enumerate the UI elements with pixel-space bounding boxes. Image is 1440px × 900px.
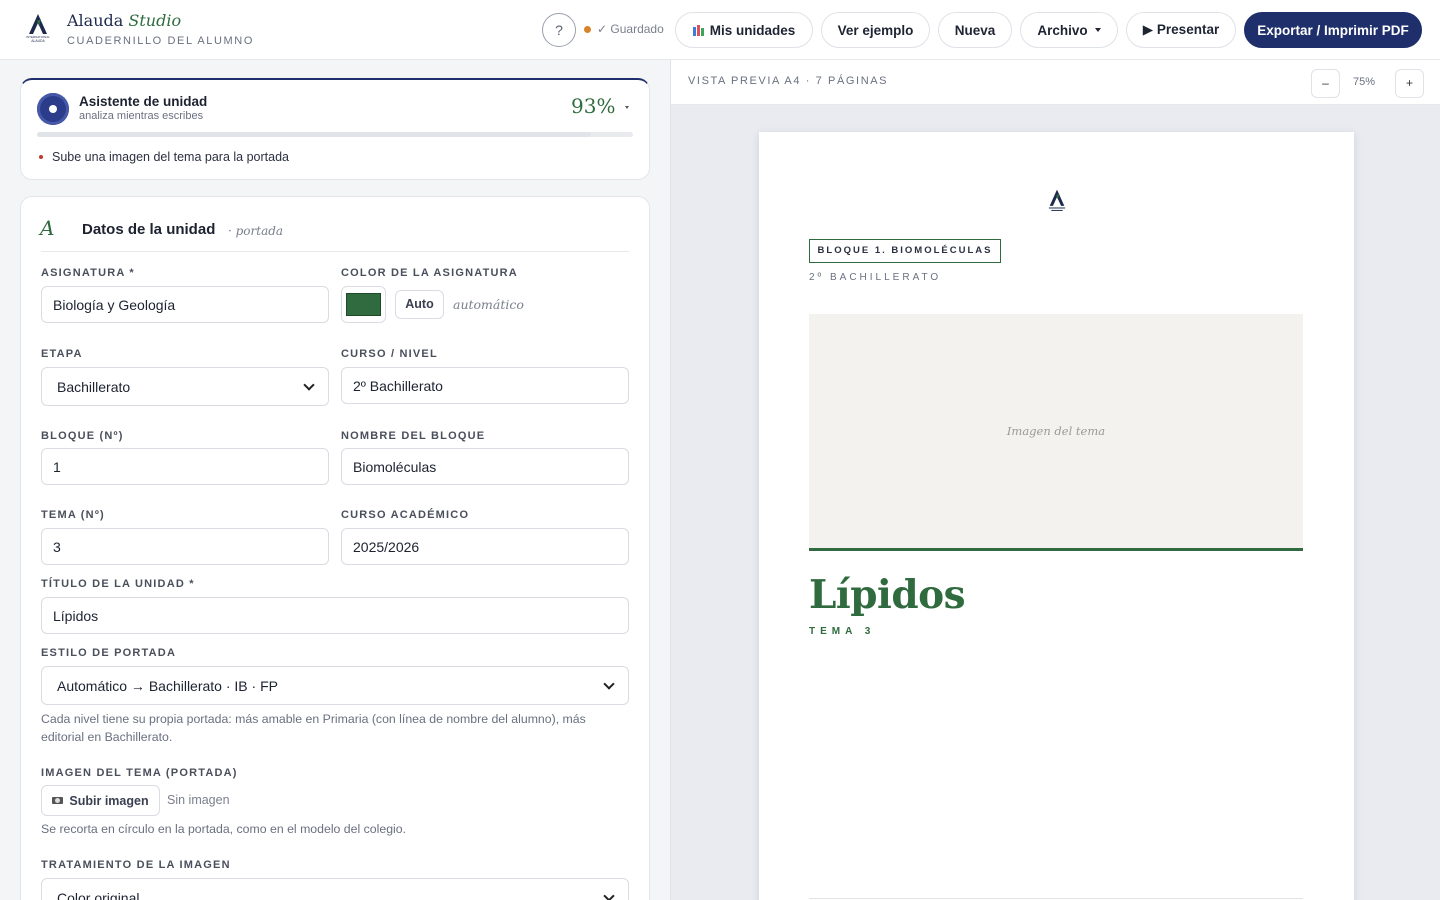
assistant-tip-text: Sube una imagen del tema para la portada [52,150,289,164]
color-label: COLOR DE LA ASIGNATURA [341,267,518,279]
color-auto-button[interactable]: Auto [395,290,444,319]
etapa-value: Bachillerato [57,378,131,395]
saved-dot-icon [584,25,591,33]
zoom-level: 75% [1353,76,1376,88]
logo-text-bottom: ALAUDA [31,39,45,43]
books-icon [692,24,704,36]
etapa-label: ETAPA [41,348,83,360]
page-title: Lípidos [809,572,966,618]
brand-subtitle: CUADERNILLO DEL ALUMNO [67,35,254,47]
top-bar: INTERNATIONAL ALAUDA Alauda Studio CUADE… [0,0,1440,60]
school-logo-icon [1048,189,1066,211]
assistant-card: Asistente de unidad analiza mientras esc… [20,78,650,180]
preview-toolbar: VISTA PREVIA A4 · 7 PÁGINAS – 75% + [671,60,1440,105]
color-picker[interactable] [341,286,386,323]
camera-icon [52,797,64,804]
image-placeholder-text: Imagen del tema [1006,424,1106,438]
bloque-nombre-label: NOMBRE DEL BLOQUE [341,430,486,442]
presentar-button[interactable]: ▶ Presentar [1126,12,1236,48]
assistant-tip: Sube una imagen del tema para la portada [39,150,289,164]
page-course-tag: 2º BACHILLERATO [809,272,942,283]
assistant-icon [37,93,69,125]
estilo-label: ESTILO DE PORTADA [41,647,177,659]
mis-unidades-button[interactable]: Mis unidades [675,12,813,48]
bloque-nombre-input[interactable]: Biomoléculas [341,448,629,485]
estilo-help: Cada nivel tiene su propia portada: más … [41,712,586,744]
a4-page-preview: BLOQUE 1. BIOMOLÉCULAS 2º BACHILLERATO I… [759,132,1354,900]
preview-panel: VISTA PREVIA A4 · 7 PÁGINAS – 75% + BLOQ… [670,60,1440,900]
assistant-progress-fill [37,132,592,137]
zoom-out-button[interactable]: – [1311,69,1340,98]
upload-image-button[interactable]: Subir imagen [41,785,160,816]
titulo-input[interactable]: Lípidos [41,597,629,634]
section-note: · portada [228,224,284,238]
bullet-dot-icon [39,155,43,159]
color-auto-note: automático [453,297,524,312]
curso-label: CURSO / NIVEL [341,348,438,360]
alauda-logo: INTERNATIONAL ALAUDA [26,14,50,43]
bloque-num-input[interactable]: 1 [41,448,329,485]
tratamiento-select[interactable]: Color original [41,878,629,900]
imagen-label: IMAGEN DEL TEMA (PORTADA) [41,767,238,779]
help-button[interactable]: ? [542,13,576,47]
tratamiento-label: TRATAMIENTO DE LA IMAGEN [41,859,231,871]
chevron-down-icon [603,889,615,900]
brand-name: Alauda Studio [67,11,182,30]
zoom-in-button[interactable]: + [1395,69,1424,98]
page-tema: TEMA 3 [809,626,876,637]
collapse-caret-icon[interactable] [625,106,629,109]
bloque-num-label: BLOQUE (Nº) [41,430,124,442]
titulo-label: TÍTULO DE LA UNIDAD * [41,578,195,590]
tratamiento-value: Color original [57,889,140,900]
estilo-value: Automático → Bachillerato · IB · FP [57,677,278,694]
upload-label: Subir imagen [69,793,149,808]
brand-name-italic: Studio [128,11,182,30]
saved-text: ✓ Guardado [597,22,664,36]
tema-num-input[interactable]: 3 [41,528,329,565]
mis-unidades-label: Mis unidades [709,22,796,38]
asignatura-label: ASIGNATURA * [41,267,135,279]
assistant-title: Asistente de unidad [79,94,208,109]
assistant-progress-bar [37,132,633,137]
saved-status: ✓ Guardado [584,22,664,36]
exportar-pdf-button[interactable]: Exportar / Imprimir PDF [1244,12,1422,48]
image-status: Sin imagen [167,793,230,807]
datos-unidad-card: A Datos de la unidad · portada ASIGNATUR… [20,196,650,900]
section-letter-icon: A [40,216,55,240]
theme-image-placeholder: Imagen del tema [809,314,1303,548]
section-title: Datos de la unidad [82,221,216,238]
section-divider [41,251,629,252]
chevron-down-icon [1094,28,1101,32]
page-accent-rule [809,548,1303,551]
etapa-select[interactable]: Bachillerato [41,367,329,406]
nueva-button[interactable]: Nueva [938,12,1012,48]
asignatura-input[interactable]: Biología y Geología [41,286,329,323]
assistant-score: 93% [571,94,616,118]
ver-ejemplo-button[interactable]: Ver ejemplo [821,12,930,48]
preview-label: VISTA PREVIA A4 · 7 PÁGINAS [688,75,889,87]
curso-input[interactable]: 2º Bachillerato [341,367,629,404]
estilo-select[interactable]: Automático → Bachillerato · IB · FP [41,666,629,705]
chevron-down-icon [303,378,315,391]
color-swatch [346,293,381,316]
curso-academico-label: CURSO ACADÉMICO [341,509,470,521]
archivo-menu-button[interactable]: Archivo [1020,12,1118,48]
page-footer-rule [809,898,1303,899]
page-block-tag: BLOQUE 1. BIOMOLÉCULAS [809,239,1001,263]
curso-academico-input[interactable]: 2025/2026 [341,528,629,565]
imagen-help: Se recorta en círculo en la portada, com… [41,822,407,836]
assistant-subtitle: analiza mientras escribes [79,110,204,122]
tema-num-label: TEMA (Nº) [41,509,105,521]
chevron-down-icon [603,677,615,690]
archivo-label: Archivo [1037,22,1088,38]
